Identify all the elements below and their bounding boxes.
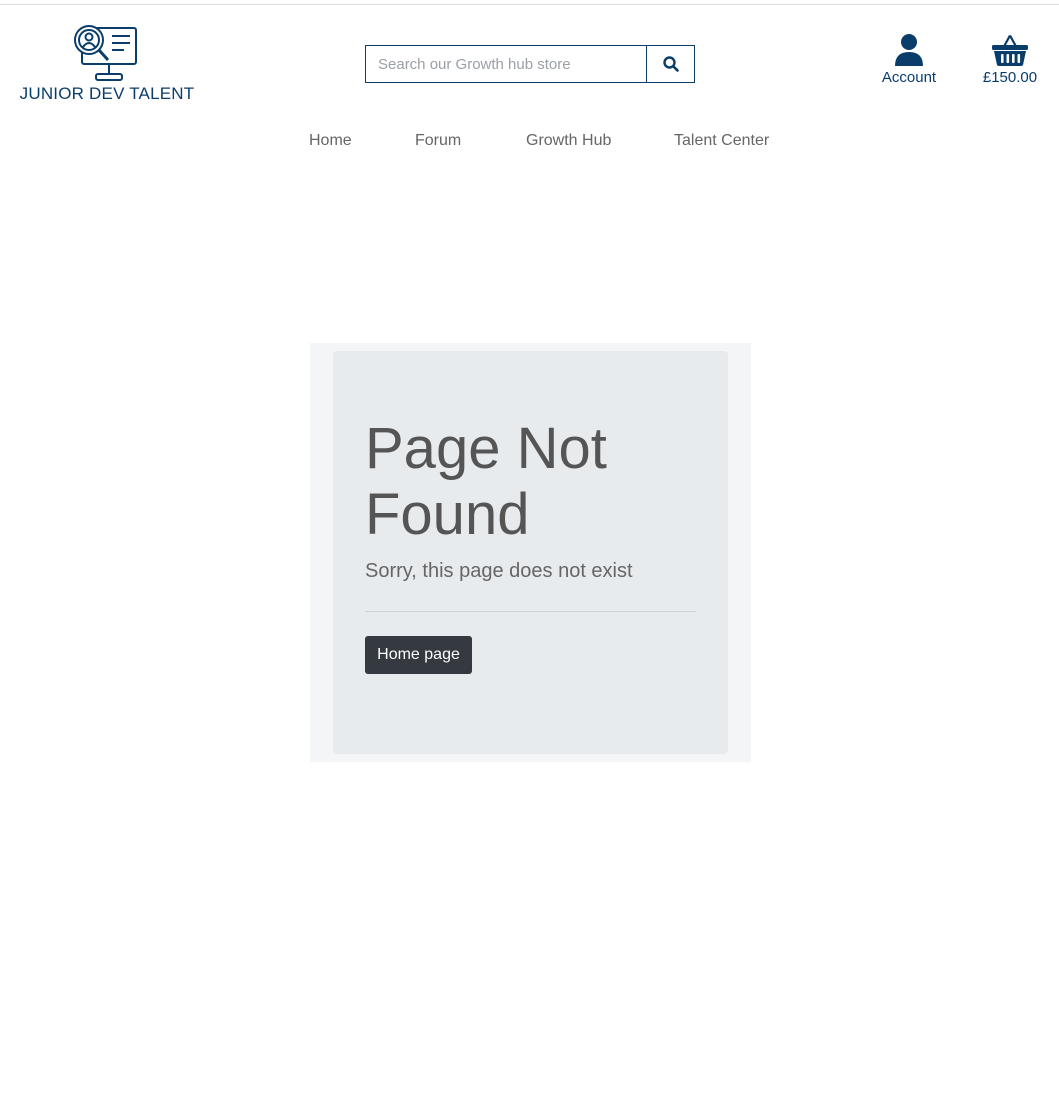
brand-logo-link[interactable]: JUNIOR DEV TALENT <box>14 20 200 110</box>
error-message: Sorry, this page does not exist <box>365 560 633 582</box>
nav-item-growth-hub[interactable]: Growth Hub <box>526 132 611 150</box>
error-panel <box>333 351 728 754</box>
main-nav: Home Forum Growth Hub Talent Center <box>0 132 1059 156</box>
search-input[interactable] <box>366 46 646 82</box>
search-icon <box>662 56 679 72</box>
basket-link[interactable]: £150.00 <box>972 33 1048 93</box>
account-label: Account <box>881 69 937 86</box>
divider <box>365 611 696 612</box>
home-page-button[interactable]: Home page <box>365 636 472 674</box>
nav-item-home[interactable]: Home <box>309 132 352 150</box>
top-border <box>0 4 1059 5</box>
monitor-magnifier-person-icon <box>74 25 137 81</box>
nav-item-talent-center[interactable]: Talent Center <box>674 132 769 150</box>
account-link[interactable]: Account <box>872 33 946 93</box>
basket-total: £150.00 <box>982 69 1038 86</box>
brand-name: JUNIOR DEV TALENT <box>19 84 195 103</box>
nav-item-forum[interactable]: Forum <box>415 132 461 150</box>
search-form <box>365 45 695 83</box>
search-button[interactable] <box>646 46 694 82</box>
user-icon <box>895 34 923 66</box>
page-title: Page Not Found <box>365 416 607 547</box>
basket-icon <box>992 35 1028 66</box>
